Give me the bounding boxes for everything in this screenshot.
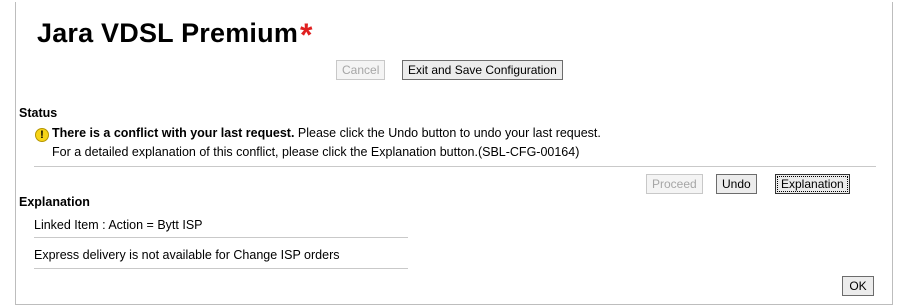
cancel-button[interactable]: Cancel bbox=[336, 60, 386, 80]
conflict-message-bold: There is a conflict with your last reque… bbox=[52, 126, 295, 140]
ok-button[interactable]: OK bbox=[842, 276, 874, 296]
status-divider bbox=[34, 166, 876, 167]
conflict-message-rest: Please click the Undo button to undo you… bbox=[294, 126, 601, 140]
explanation-row: Linked Item : Action = Bytt ISP bbox=[34, 218, 203, 232]
warning-icon: ! bbox=[35, 128, 49, 142]
conflict-detail: For a detailed explanation of this confl… bbox=[52, 145, 580, 159]
undo-button[interactable]: Undo bbox=[716, 174, 757, 194]
explanation-row: Express delivery is not available for Ch… bbox=[34, 248, 340, 262]
product-name: Jara VDSL Premium bbox=[37, 18, 299, 48]
exit-and-save-button[interactable]: Exit and Save Configuration bbox=[402, 60, 563, 80]
page-title: Jara VDSL Premium* bbox=[37, 15, 313, 51]
proceed-button[interactable]: Proceed bbox=[646, 174, 703, 194]
explanation-heading: Explanation bbox=[19, 195, 90, 209]
explanation-button[interactable]: Explanation bbox=[775, 174, 850, 194]
explanation-row-divider bbox=[34, 237, 408, 238]
conflict-message: There is a conflict with your last reque… bbox=[52, 126, 601, 140]
status-heading: Status bbox=[19, 106, 58, 120]
explanation-row-divider bbox=[34, 268, 408, 269]
required-marker: * bbox=[300, 17, 313, 53]
